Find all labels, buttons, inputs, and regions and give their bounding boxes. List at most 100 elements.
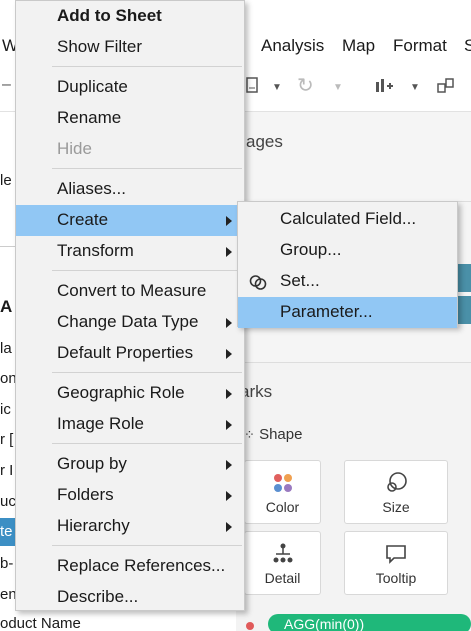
menu-item-label: Default Properties	[57, 343, 194, 362]
shape-icon: ⁘	[244, 427, 255, 442]
chevron-down-icon[interactable]: ▼	[333, 82, 343, 93]
menu-map[interactable]: Map	[342, 36, 375, 56]
submenu-arrow-icon	[226, 389, 232, 399]
menu-item-folders[interactable]: Folders	[16, 480, 244, 511]
menu-item-group-by[interactable]: Group by	[16, 449, 244, 480]
field-item[interactable]: r [	[0, 431, 13, 448]
filter-pill[interactable]	[456, 264, 471, 292]
size-button[interactable]: Size	[344, 460, 448, 524]
submenu-item-label: Group...	[280, 240, 342, 259]
menu-item-aliases[interactable]: Aliases...	[16, 174, 244, 205]
set-icon	[248, 272, 268, 292]
tooltip-icon	[345, 542, 447, 572]
color-label: Color	[265, 499, 300, 515]
size-icon	[345, 471, 447, 501]
data-pane-header: A	[0, 297, 13, 316]
menu-item-convert-to-measure[interactable]: Convert to Measure	[16, 276, 244, 307]
menu-item-create[interactable]: Create	[16, 205, 244, 236]
submenu-arrow-icon	[226, 460, 232, 470]
menu-item-label: Hide	[57, 139, 92, 158]
menu-item-default-properties[interactable]: Default Properties	[16, 338, 244, 369]
size-label: Size	[382, 499, 410, 515]
menu-item-geographic-role[interactable]: Geographic Role	[16, 378, 244, 409]
menu-item-label: Transform	[57, 241, 134, 260]
detail-icon	[245, 542, 320, 572]
menu-item-label: Geographic Role	[57, 383, 185, 402]
menu-item-transform[interactable]: Transform	[16, 236, 244, 267]
menu-item-add-to-sheet[interactable]: Add to Sheet	[16, 1, 244, 32]
menu-separator	[52, 168, 242, 169]
submenu-item-label: Set...	[280, 271, 320, 290]
menu-item-label: Image Role	[57, 414, 144, 433]
pages-shelf	[244, 112, 471, 202]
menu-item-describe[interactable]: Describe...	[16, 582, 244, 613]
menu-item-label: Folders	[57, 485, 114, 504]
menu-item-label: Add to Sheet	[57, 6, 162, 25]
field-item[interactable]: la	[0, 340, 12, 357]
submenu-arrow-icon	[226, 247, 232, 257]
detail-label: Detail	[264, 570, 301, 586]
menu-separator	[52, 545, 242, 546]
tooltip-label: Tooltip	[375, 570, 417, 586]
menu-item-label: Duplicate	[57, 77, 128, 96]
menu-item-label: Change Data Type	[57, 312, 199, 331]
submenu-item-label: Parameter...	[280, 302, 373, 321]
submenu-item-calculated-field[interactable]: Calculated Field...	[238, 204, 457, 235]
menu-item-show-filter[interactable]: Show Filter	[16, 32, 244, 63]
menu-item-hierarchy[interactable]: Hierarchy	[16, 511, 244, 542]
menu-separator	[52, 66, 242, 67]
menu-item-label: Hierarchy	[57, 516, 130, 535]
menu-item-label: Replace References...	[57, 556, 226, 575]
menu-item-image-role[interactable]: Image Role	[16, 409, 244, 440]
menu-item-duplicate[interactable]: Duplicate	[16, 72, 244, 103]
filter-pill[interactable]	[456, 296, 471, 324]
submenu-arrow-icon	[226, 522, 232, 532]
submenu-item-group[interactable]: Group...	[238, 235, 457, 266]
menu-separator	[52, 372, 242, 373]
menu-analysis[interactable]: Analysis	[261, 36, 324, 56]
submenu-item-label: Calculated Field...	[280, 209, 417, 228]
menu-server[interactable]: S	[464, 36, 471, 56]
refresh-icon[interactable]: ↻	[297, 73, 314, 98]
submenu-arrow-icon	[226, 318, 232, 328]
field-type-dot	[246, 622, 254, 630]
swap-icon[interactable]	[436, 76, 456, 101]
data-pane-text: le	[0, 172, 12, 189]
chevron-down-icon[interactable]: ▼	[410, 82, 420, 93]
submenu-item-set[interactable]: Set...	[238, 266, 457, 297]
field-item-product-name[interactable]: oduct Name	[0, 615, 81, 631]
menu-item-hide: Hide	[16, 134, 244, 165]
toolbar-dash-icon[interactable]: –	[2, 76, 11, 94]
chart-add-icon[interactable]	[374, 76, 394, 101]
field-item[interactable]: ic	[0, 401, 11, 418]
color-dots-icon	[245, 471, 320, 501]
menu-item-change-data-type[interactable]: Change Data Type	[16, 307, 244, 338]
submenu-arrow-icon	[226, 420, 232, 430]
menu-item-label: Rename	[57, 108, 122, 127]
menu-item-label: Describe...	[57, 587, 139, 606]
field-item[interactable]: r I	[0, 462, 13, 479]
save-icon[interactable]	[246, 76, 260, 99]
color-button[interactable]: Color	[244, 460, 321, 524]
mark-type-label: Shape	[259, 426, 303, 443]
selected-field[interactable]: te	[0, 523, 13, 540]
menu-separator	[52, 443, 242, 444]
tooltip-button[interactable]: Tooltip	[344, 531, 448, 595]
menu-separator	[52, 270, 242, 271]
field-item[interactable]: uc	[0, 493, 16, 510]
detail-button[interactable]: Detail	[244, 531, 321, 595]
menu-format[interactable]: Format	[393, 36, 447, 56]
menu-item-label: Aliases...	[57, 179, 126, 198]
menu-item-label: Show Filter	[57, 37, 143, 56]
mark-type-dropdown[interactable]: ⁘ Shape	[244, 426, 302, 443]
submenu-arrow-icon	[226, 349, 232, 359]
menu-item-label: Group by	[57, 454, 127, 473]
field-item[interactable]: b-	[0, 555, 13, 572]
menu-item-rename[interactable]: Rename	[16, 103, 244, 134]
measure-pill[interactable]: AGG(min(0))	[268, 614, 471, 631]
menu-item-label: Create	[57, 210, 109, 229]
pages-label: ages	[246, 132, 283, 151]
menu-item-replace-references[interactable]: Replace References...	[16, 551, 244, 582]
submenu-item-parameter[interactable]: Parameter...	[238, 297, 457, 328]
chevron-down-icon[interactable]: ▼	[272, 82, 282, 93]
